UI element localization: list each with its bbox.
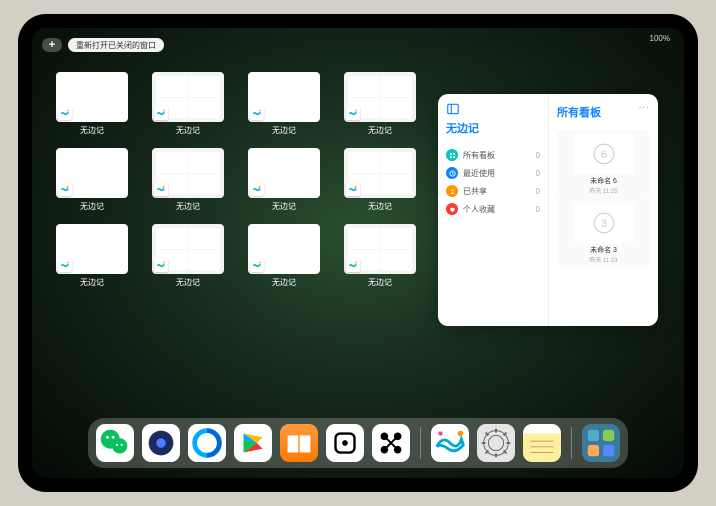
new-window-button[interactable]: +: [42, 38, 62, 52]
dock-dice-icon[interactable]: [326, 424, 364, 462]
dock-qqbrowser-icon[interactable]: [188, 424, 226, 462]
reopen-closed-window-button[interactable]: 重新打开已关闭的窗口: [68, 38, 164, 52]
screen: 100% + 重新打开已关闭的窗口 无边记无边记无边记无边记无边记无边记无边记无…: [32, 28, 684, 478]
dock-quark-icon[interactable]: [142, 424, 180, 462]
sidebar-icon: [446, 102, 460, 116]
panel-sidebar: 无边记 所有看板 0 最近使用 0 已共享 0 个人收藏 0: [438, 94, 548, 326]
category-count: 0: [536, 151, 540, 160]
freeform-app-icon: [58, 258, 72, 272]
freeform-app-icon: [250, 106, 264, 120]
category-label: 所有看板: [463, 150, 495, 161]
freeform-app-icon: [250, 258, 264, 272]
freeform-app-icon: [346, 258, 360, 272]
ipad-frame: 100% + 重新打开已关闭的窗口 无边记无边记无边记无边记无边记无边记无边记无…: [18, 14, 698, 492]
more-icon[interactable]: ...: [639, 100, 650, 111]
window-thumb[interactable]: 无边记: [56, 148, 128, 212]
board-sketch: 6: [574, 134, 634, 174]
window-thumb[interactable]: 无边记: [152, 148, 224, 212]
window-label: 无边记: [368, 125, 392, 136]
board-item[interactable]: 6 未命名 6昨天 11:25: [557, 130, 650, 199]
category-label: 已共享: [463, 186, 487, 197]
window-thumb[interactable]: 无边记: [248, 148, 320, 212]
window-thumb[interactable]: 无边记: [56, 224, 128, 288]
category-heart[interactable]: 个人收藏 0: [446, 200, 540, 218]
board-name: 未命名 3: [590, 245, 617, 255]
dock-play-icon[interactable]: [234, 424, 272, 462]
window-label: 无边记: [272, 125, 296, 136]
panel-boards: 所有看板 6 未命名 6昨天 11:25 3 未命名 3昨天 11:23: [548, 94, 658, 326]
window-label: 无边记: [176, 201, 200, 212]
window-thumb[interactable]: 无边记: [56, 72, 128, 136]
category-clock[interactable]: 最近使用 0: [446, 164, 540, 182]
dock-launcher-icon[interactable]: [582, 424, 620, 462]
dock: [88, 418, 628, 468]
battery-text: 100%: [650, 34, 670, 43]
window-thumb[interactable]: 无边记: [152, 224, 224, 288]
board-item[interactable]: 3 未命名 3昨天 11:23: [557, 199, 650, 268]
dock-freeform-icon[interactable]: [431, 424, 469, 462]
freeform-app-icon: [154, 258, 168, 272]
board-name: 未命名 6: [590, 176, 617, 186]
share-icon: [446, 185, 458, 197]
window-thumb[interactable]: 无边记: [344, 72, 416, 136]
freeform-app-icon: [154, 182, 168, 196]
freeform-app-icon: [250, 182, 264, 196]
dock-notes-icon[interactable]: [523, 424, 561, 462]
window-label: 无边记: [80, 277, 104, 288]
window-label: 无边记: [272, 277, 296, 288]
svg-text:6: 6: [600, 149, 606, 161]
app-switcher-grid: 无边记无边记无边记无边记无边记无边记无边记无边记无边记无边记无边记无边记: [56, 72, 416, 288]
freeform-panel: ... 无边记 所有看板0最近使用0已共享0个人收藏0 所有看板 6未命名 6昨…: [438, 94, 658, 326]
category-count: 0: [536, 205, 540, 214]
grid-icon: [446, 149, 458, 161]
panel-title: 无边记: [446, 120, 540, 136]
freeform-app-icon: [58, 182, 72, 196]
window-thumb[interactable]: 无边记: [248, 72, 320, 136]
board-sketch: 3: [574, 203, 634, 243]
svg-text:3: 3: [600, 218, 606, 230]
window-label: 无边记: [176, 277, 200, 288]
dock-wechat-icon[interactable]: [96, 424, 134, 462]
window-label: 无边记: [368, 201, 392, 212]
board-time: 昨天 11:23: [589, 255, 617, 264]
window-label: 无边记: [272, 201, 296, 212]
clock-icon: [446, 167, 458, 179]
category-label: 个人收藏: [463, 204, 495, 215]
board-time: 昨天 11:25: [589, 186, 617, 195]
window-label: 无边记: [80, 125, 104, 136]
freeform-app-icon: [346, 106, 360, 120]
dock-settings-icon[interactable]: [477, 424, 515, 462]
window-thumb[interactable]: 无边记: [152, 72, 224, 136]
window-thumb[interactable]: 无边记: [344, 148, 416, 212]
dock-books-icon[interactable]: [280, 424, 318, 462]
category-share[interactable]: 已共享 0: [446, 182, 540, 200]
dock-separator: [571, 427, 572, 459]
top-bar: + 重新打开已关闭的窗口: [42, 38, 164, 52]
freeform-app-icon: [58, 106, 72, 120]
status-bar: 100%: [650, 34, 670, 43]
dock-separator: [420, 427, 421, 459]
heart-icon: [446, 203, 458, 215]
category-label: 最近使用: [463, 168, 495, 179]
window-thumb[interactable]: 无边记: [248, 224, 320, 288]
category-count: 0: [536, 187, 540, 196]
freeform-app-icon: [154, 106, 168, 120]
panel-right-title: 所有看板: [557, 104, 650, 120]
window-label: 无边记: [80, 201, 104, 212]
window-label: 无边记: [368, 277, 392, 288]
dock-connect-icon[interactable]: [372, 424, 410, 462]
window-label: 无边记: [176, 125, 200, 136]
category-grid[interactable]: 所有看板 0: [446, 146, 540, 164]
category-count: 0: [536, 169, 540, 178]
window-thumb[interactable]: 无边记: [344, 224, 416, 288]
freeform-app-icon: [346, 182, 360, 196]
